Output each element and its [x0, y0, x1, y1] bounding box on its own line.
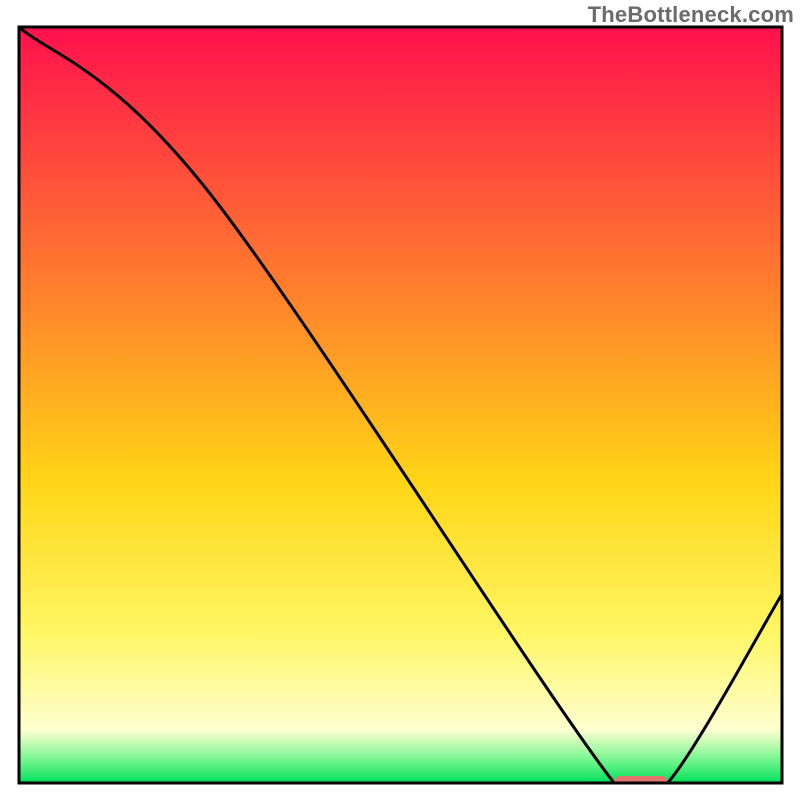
chart-stage: TheBottleneck.com — [0, 0, 800, 800]
gradient-background — [19, 27, 782, 783]
chart-svg — [0, 0, 800, 800]
